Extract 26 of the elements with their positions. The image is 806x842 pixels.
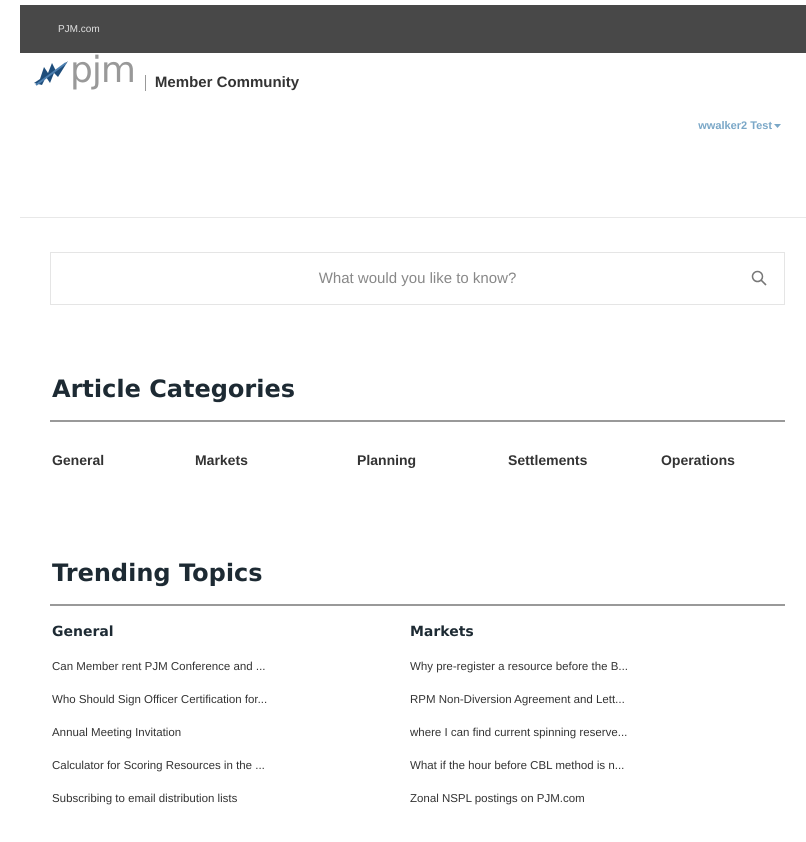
topic-link[interactable]: Annual Meeting Invitation — [52, 724, 410, 742]
logo-text: pjm — [70, 55, 135, 87]
topic-link[interactable]: where I can find current spinning reserve... — [410, 724, 768, 742]
category-link[interactable]: Markets — [195, 452, 248, 468]
topic-link[interactable]: Zonal NSPL postings on PJM.com — [410, 790, 768, 808]
column-heading: General — [52, 622, 115, 642]
category-link[interactable]: Operations — [661, 452, 735, 468]
logo-icon — [32, 59, 70, 87]
topic-link[interactable]: Why pre-register a resource before the B... — [410, 658, 768, 676]
section-title: Article Categories — [52, 375, 296, 404]
topic-link[interactable]: Who Should Sign Officer Certification for... — [52, 690, 410, 709]
top-link[interactable]: PJM.com — [58, 22, 100, 36]
topic-link[interactable]: What if the hour before CBL method is n... — [410, 756, 768, 775]
topic-link[interactable]: Subscribing to email distribution lists — [52, 790, 410, 808]
caret-icon — [774, 124, 781, 129]
category-link[interactable]: General — [52, 452, 104, 468]
site-title: Member Community — [144, 75, 300, 91]
search-icon[interactable] — [751, 270, 767, 286]
section-title: Trending Topics — [52, 558, 264, 588]
topic-link[interactable]: Can Member rent PJM Conference and ... — [52, 658, 410, 676]
column-heading: Markets — [410, 622, 475, 642]
category-link[interactable]: Planning — [357, 452, 416, 468]
search-field[interactable]: What would you like to know? — [50, 252, 785, 305]
topic-link[interactable]: RPM Non-Diversion Agreement and Lett... — [410, 690, 768, 709]
topic-link[interactable]: Calculator for Scoring Resources in the ... — [52, 756, 410, 775]
category-link[interactable]: Settlements — [508, 452, 588, 468]
